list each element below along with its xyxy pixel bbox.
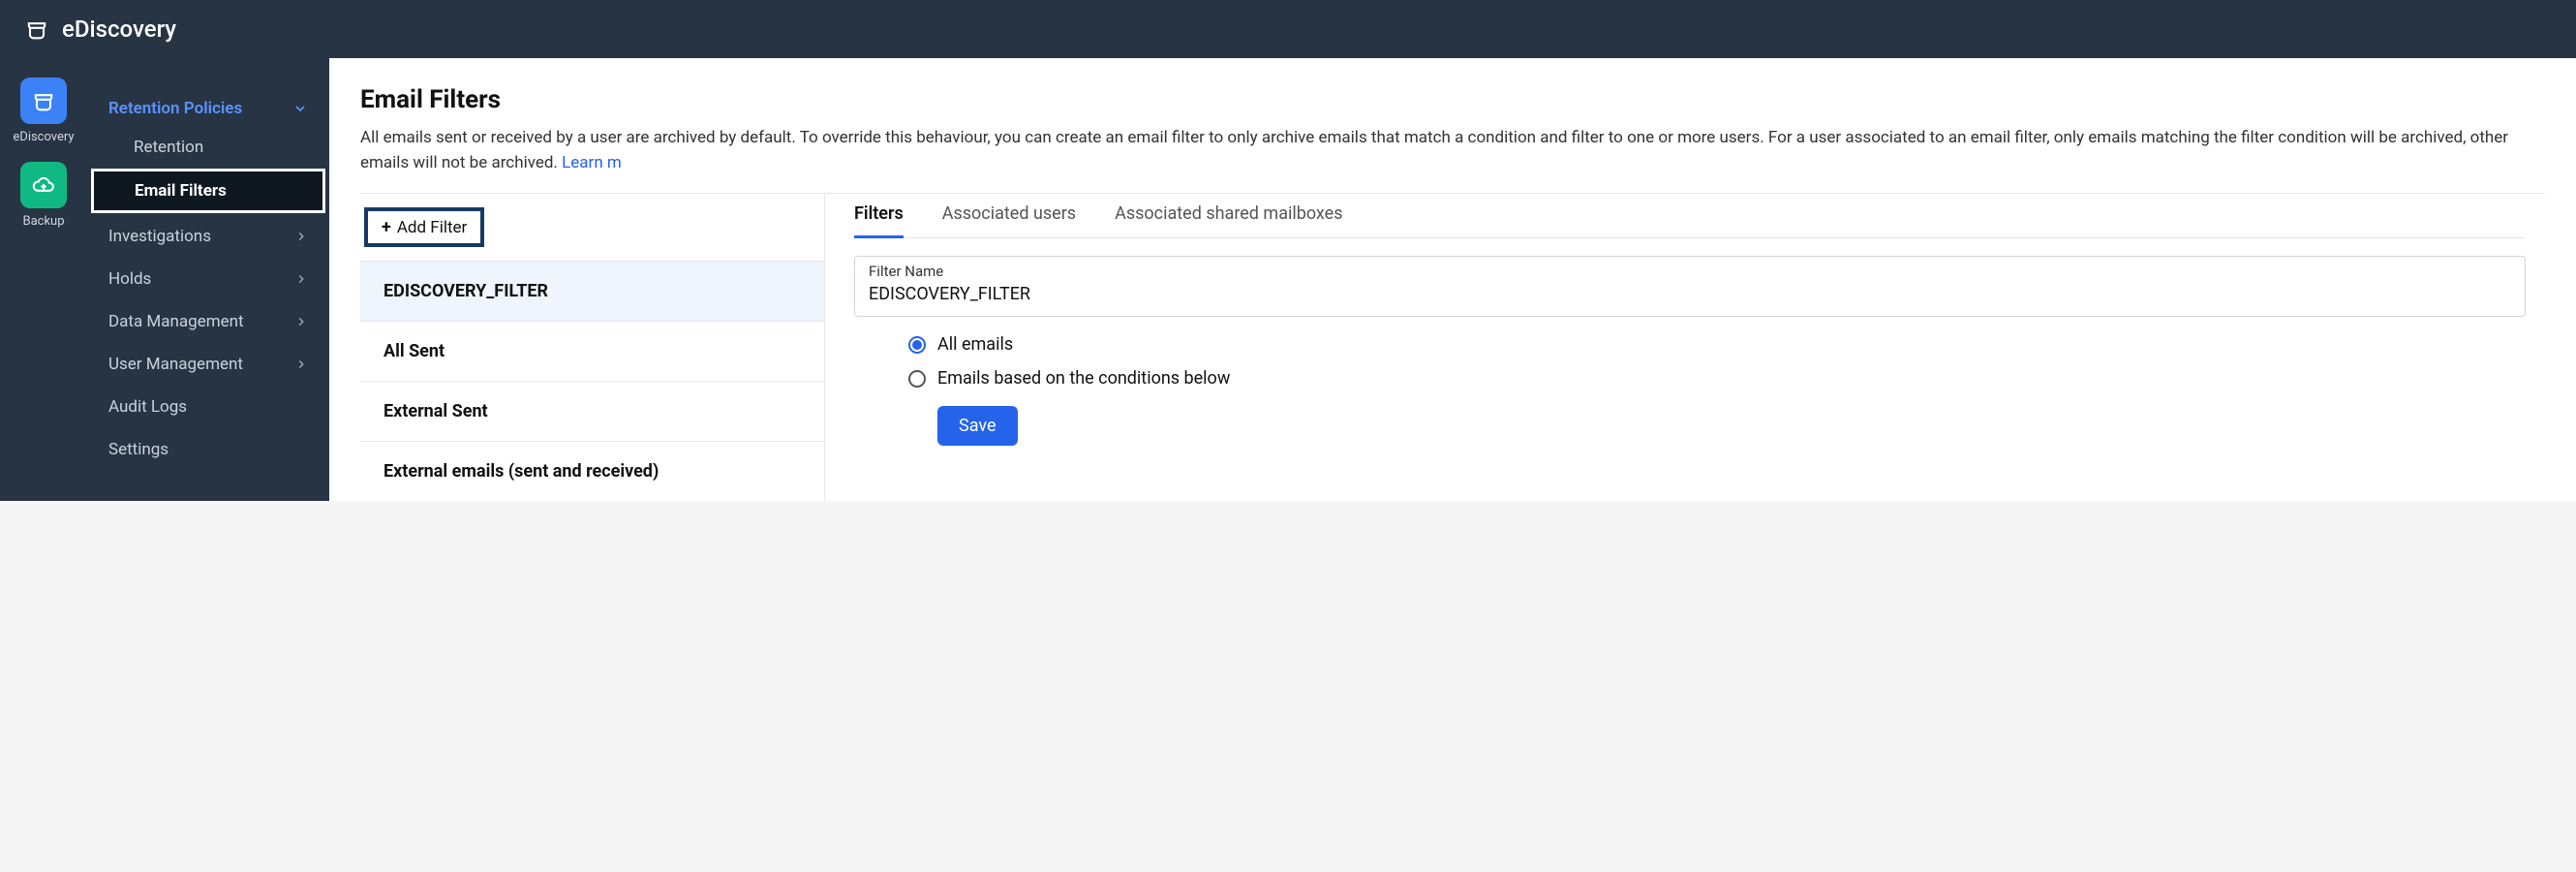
nav-item-investigations[interactable]: Investigations [87,215,329,258]
tab-label: Associated shared mailboxes [1115,203,1342,224]
nav-item-label: User Management [108,355,243,374]
brand-title: eDiscovery [62,16,176,43]
add-filter-label: Add Filter [397,218,467,237]
save-button[interactable]: Save [937,406,1018,446]
plus-icon: + [382,217,391,237]
nav-item-data-management[interactable]: Data Management [87,300,329,343]
iconrail-item-backup[interactable]: Backup [20,162,67,229]
chevron-down-icon [292,101,308,116]
chevron-right-icon [294,358,308,371]
radio-label: Emails based on the conditions below [937,368,1230,389]
filter-detail-panel: Filters Associated users Associated shar… [825,194,2545,501]
iconrail-label: Backup [22,214,64,229]
iconrail-item-ediscovery[interactable]: eDiscovery [13,78,74,144]
nav-item-label: Settings [108,440,169,459]
filter-name: External emails (sent and received) [383,461,659,482]
filter-name: All Sent [383,341,445,361]
nav-item-label: Investigations [108,227,211,246]
filter-list-item[interactable]: External emails (sent and received) [360,441,824,501]
filter-name: EDISCOVERY_FILTER [383,281,548,301]
bucket-icon [30,87,57,114]
sidebar-nav: Retention Policies Retention Email Filte… [87,58,329,501]
chevron-right-icon [294,272,308,286]
iconrail: eDiscovery Backup [0,58,87,501]
filter-name-label: Filter Name [869,263,2511,280]
nav-item-audit-logs[interactable]: Audit Logs [87,386,329,428]
nav-item-settings[interactable]: Settings [87,428,329,471]
radio-label: All emails [937,334,1013,355]
radio-all-emails[interactable]: All emails [908,334,2526,355]
filter-list-item[interactable]: EDISCOVERY_FILTER [360,261,824,321]
main-content: Email Filters All emails sent or receive… [329,58,2576,501]
save-label: Save [959,416,997,436]
learn-more-link[interactable]: Learn m [562,153,622,172]
tab-label: Associated users [942,203,1076,224]
nav-item-label: Audit Logs [108,397,187,417]
filter-list-panel: + Add Filter EDISCOVERY_FILTER All Sent … [360,194,825,501]
nav-sub-email-filters[interactable]: Email Filters [91,169,325,213]
filter-list-item[interactable]: External Sent [360,381,824,441]
nav-group-retention-policies[interactable]: Retention Policies [87,89,329,128]
description-text: All emails sent or received by a user ar… [360,128,2508,172]
topbar: eDiscovery [0,0,2576,58]
nav-item-user-management[interactable]: User Management [87,343,329,386]
nav-sub-label: Email Filters [135,181,227,201]
filter-name-field[interactable]: Filter Name [854,256,2526,317]
page-title: Email Filters [360,85,2545,114]
tab-associated-shared-mailboxes[interactable]: Associated shared mailboxes [1115,203,1342,226]
nav-sub-retention[interactable]: Retention [87,128,329,167]
add-filter-button[interactable]: + Add Filter [364,207,484,247]
brand-icon [23,16,50,43]
tab-filters[interactable]: Filters [854,203,904,226]
radio-icon [908,336,926,354]
tab-associated-users[interactable]: Associated users [942,203,1076,226]
filter-mode-radios: All emails Emails based on the condition… [854,334,2526,389]
nav-sub-label: Retention [134,138,203,157]
detail-tabs: Filters Associated users Associated shar… [854,203,2526,238]
filter-name: External Sent [383,401,488,421]
nav-item-holds[interactable]: Holds [87,258,329,300]
page-description: All emails sent or received by a user ar… [360,126,2545,175]
nav-group-label: Retention Policies [108,99,242,118]
nav-item-label: Holds [108,269,151,289]
iconrail-label: eDiscovery [13,130,74,144]
nav-item-label: Data Management [108,312,244,331]
chevron-right-icon [294,315,308,328]
filter-name-input[interactable] [869,282,2511,306]
radio-conditions[interactable]: Emails based on the conditions below [908,368,2526,389]
filter-list-item[interactable]: All Sent [360,321,824,381]
cloud-icon [30,171,57,199]
tab-label: Filters [854,203,904,224]
radio-icon [908,370,926,388]
chevron-right-icon [294,230,308,243]
